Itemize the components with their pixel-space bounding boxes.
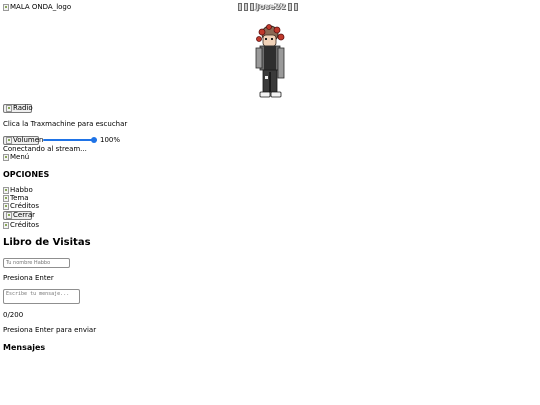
habbo-name-input[interactable]: [3, 258, 70, 268]
banner-bar-icon: [287, 2, 292, 11]
banner-bar-icon: [250, 2, 254, 11]
avatar[interactable]: [250, 24, 290, 102]
banner-bar-icon: [238, 2, 242, 11]
radio-icon: [6, 105, 12, 112]
credits-image: Créditos: [3, 221, 39, 230]
menu-alt-text: Menú: [10, 153, 30, 161]
menu-image[interactable]: Menú: [3, 153, 29, 162]
credits-icon: [3, 203, 9, 210]
volume-button[interactable]: Volumen: [3, 136, 43, 145]
broken-image-icon: [3, 4, 9, 11]
message-textarea[interactable]: [3, 289, 80, 304]
theme-icon: [3, 195, 9, 202]
credits-alt-text: Créditos: [10, 221, 39, 229]
close-alt-text: Cerrar: [13, 211, 35, 219]
banner-bar-icon: [244, 2, 248, 11]
guestbook-title: Libro de Visitas: [3, 237, 91, 248]
volume-alt-text: Volumen: [13, 136, 44, 144]
send-hint: Presiona Enter para enviar: [3, 326, 97, 334]
traxmachine-hint: Clica la Traxmachine para escuchar: [3, 120, 128, 128]
option-credits[interactable]: Créditos: [3, 202, 39, 211]
username: Jose22: [256, 2, 286, 11]
radio-alt-text: Radio: [13, 104, 33, 112]
radio-button[interactable]: Radio: [3, 104, 33, 113]
messages-title: Mensajes: [3, 343, 46, 352]
banner-bar-icon: [293, 2, 298, 11]
close-button[interactable]: Cerrar: [3, 211, 35, 220]
volume-slider-track: [43, 139, 97, 141]
volume-slider[interactable]: [43, 137, 97, 143]
habbo-icon: [3, 187, 9, 194]
logo-image: MALA ONDA_logo: [3, 3, 71, 12]
character-counter: 0/200: [3, 311, 24, 319]
name-enter-hint: Presiona Enter: [3, 274, 54, 282]
close-icon: [6, 212, 12, 219]
options-title: OPCIONES: [3, 170, 50, 179]
credits-image-icon: [3, 222, 9, 229]
username-banner: Jose22: [238, 2, 298, 11]
menu-icon: [3, 154, 9, 161]
volume-percent: 100%: [100, 136, 121, 144]
logo-alt-text: MALA ONDA_logo: [10, 3, 72, 11]
option-credits-label: Créditos: [10, 202, 39, 210]
volume-slider-thumb[interactable]: [91, 137, 97, 143]
volume-icon: [6, 137, 12, 144]
